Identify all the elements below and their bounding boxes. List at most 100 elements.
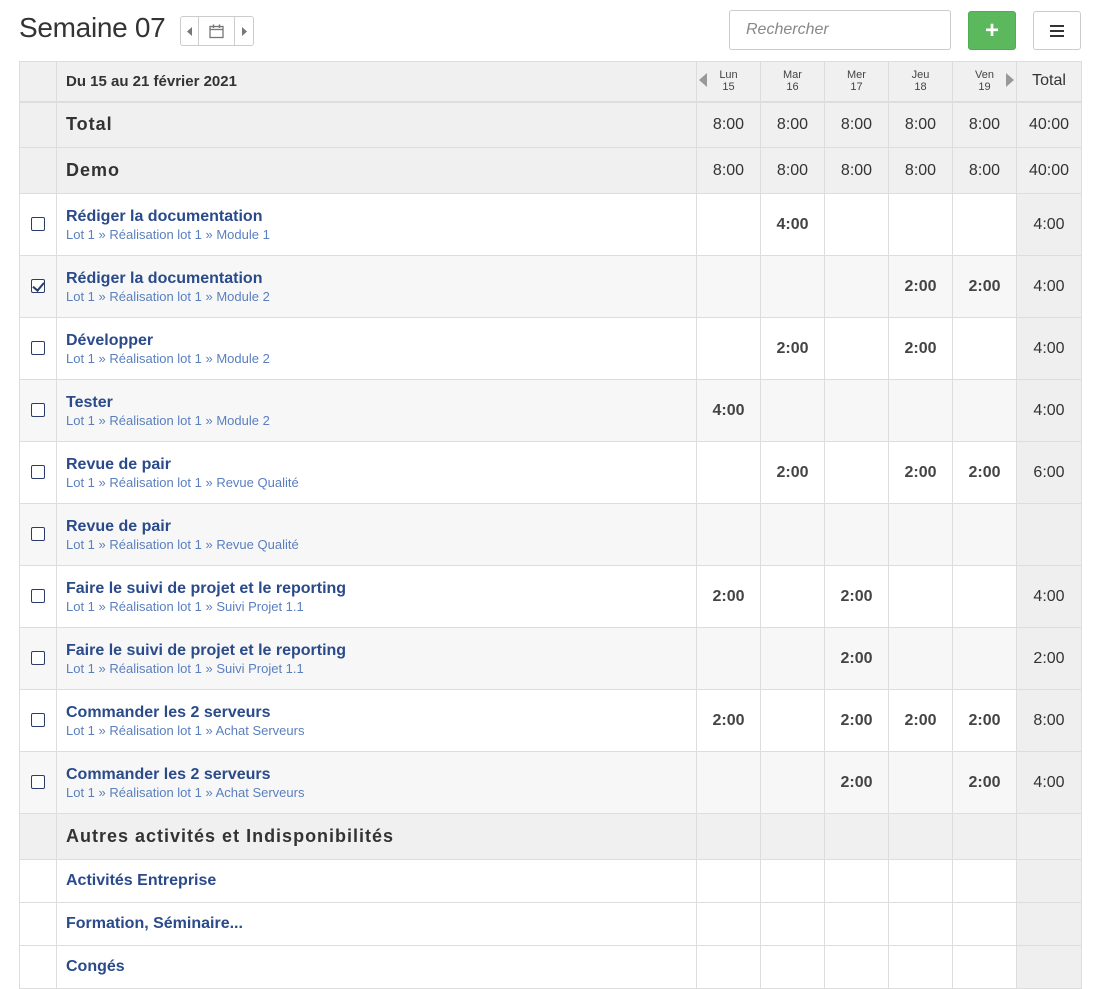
task-checkbox[interactable] [31,713,45,728]
hours-cell[interactable] [760,945,825,989]
task-name-link[interactable]: Commander les 2 serveurs [66,765,696,784]
task-checkbox[interactable] [31,651,45,666]
summary-day-value: 8:00 [952,101,1017,148]
hours-cell[interactable] [952,317,1017,380]
grid-header-row: Du 15 au 21 février 2021 Lun 15 Mar 16 M… [19,61,1082,103]
hours-cell[interactable] [824,255,889,318]
hours-cell[interactable] [888,193,953,256]
hours-cell[interactable]: 2:00 [952,689,1017,752]
hours-cell[interactable]: 2:00 [888,689,953,752]
hours-cell[interactable] [696,627,761,690]
hours-cell[interactable] [952,627,1017,690]
calendar-button[interactable] [199,17,235,45]
hours-cell[interactable] [824,193,889,256]
hours-cell[interactable] [760,627,825,690]
task-checkbox[interactable] [31,589,45,604]
hours-cell[interactable] [696,859,761,903]
activity-name-link[interactable]: Congés [56,945,697,989]
hours-cell[interactable] [760,859,825,903]
hours-cell[interactable] [760,503,825,566]
previous-day-arrow-icon[interactable] [699,73,707,87]
task-name-link[interactable]: Faire le suivi de projet et le reporting [66,579,696,598]
hours-cell[interactable] [696,503,761,566]
hours-cell[interactable]: 2:00 [888,441,953,504]
hours-cell[interactable]: 4:00 [760,193,825,256]
hours-cell[interactable] [888,503,953,566]
hours-cell[interactable] [952,565,1017,628]
hours-cell[interactable] [824,503,889,566]
hours-cell[interactable] [952,379,1017,442]
hours-cell[interactable] [952,902,1017,946]
task-checkbox[interactable] [31,341,45,356]
activity-name-link[interactable]: Activités Entreprise [56,859,697,903]
task-checkbox[interactable] [31,465,45,480]
hours-cell[interactable] [760,565,825,628]
hours-cell[interactable] [888,379,953,442]
next-week-button[interactable] [235,17,253,45]
hours-cell[interactable] [696,945,761,989]
hours-cell[interactable] [824,379,889,442]
task-name-link[interactable]: Revue de pair [66,517,696,536]
hours-cell[interactable] [824,317,889,380]
hours-cell[interactable] [696,193,761,256]
hours-cell[interactable] [824,441,889,504]
hours-cell[interactable] [760,255,825,318]
task-checkbox[interactable] [31,775,45,790]
hours-cell[interactable] [760,751,825,814]
hours-cell[interactable] [760,902,825,946]
hours-cell[interactable]: 2:00 [760,317,825,380]
hours-cell[interactable] [760,689,825,752]
hours-cell[interactable] [952,945,1017,989]
hours-cell[interactable] [696,902,761,946]
hours-cell[interactable] [888,751,953,814]
hours-cell[interactable] [696,255,761,318]
task-name-link[interactable]: Développer [66,331,696,350]
hours-cell[interactable]: 2:00 [888,317,953,380]
hours-cell[interactable] [696,751,761,814]
hours-cell[interactable]: 4:00 [696,379,761,442]
task-name-link[interactable]: Rédiger la documentation [66,207,696,226]
activity-name-link[interactable]: Formation, Séminaire... [56,902,697,946]
task-checkbox-cell [19,379,57,442]
add-button[interactable]: + [968,11,1016,50]
hours-cell[interactable] [696,317,761,380]
hours-cell[interactable] [952,193,1017,256]
task-path: Lot 1 » Réalisation lot 1 » Module 2 [66,412,270,428]
hours-cell[interactable] [760,379,825,442]
hours-cell[interactable] [952,859,1017,903]
task-name-link[interactable]: Tester [66,393,696,412]
hours-cell[interactable]: 2:00 [824,689,889,752]
hours-cell[interactable]: 2:00 [696,565,761,628]
task-name-link[interactable]: Faire le suivi de projet et le reporting [66,641,696,660]
hours-cell[interactable]: 2:00 [952,751,1017,814]
hours-cell[interactable]: 2:00 [696,689,761,752]
task-checkbox[interactable] [31,217,45,232]
hours-cell[interactable] [888,902,953,946]
hours-cell[interactable]: 2:00 [824,565,889,628]
hours-cell[interactable]: 2:00 [952,441,1017,504]
hours-cell[interactable] [824,902,889,946]
previous-week-button[interactable] [181,17,199,45]
task-checkbox[interactable] [31,279,45,294]
task-name-link[interactable]: Commander les 2 serveurs [66,703,696,722]
task-name-link[interactable]: Rédiger la documentation [66,269,696,288]
hours-cell[interactable]: 2:00 [760,441,825,504]
task-checkbox[interactable] [31,527,45,542]
next-day-arrow-icon[interactable] [1006,73,1014,87]
hours-cell[interactable] [824,859,889,903]
menu-button[interactable] [1033,11,1081,50]
hours-cell[interactable]: 2:00 [824,627,889,690]
search-input[interactable] [729,10,951,50]
task-checkbox[interactable] [31,403,45,418]
hours-cell[interactable] [888,565,953,628]
hours-cell[interactable] [952,503,1017,566]
hours-cell[interactable]: 2:00 [824,751,889,814]
hours-cell[interactable]: 2:00 [888,255,953,318]
task-name-link[interactable]: Revue de pair [66,455,696,474]
hours-cell[interactable] [888,859,953,903]
hours-cell[interactable]: 2:00 [952,255,1017,318]
hours-cell[interactable] [696,441,761,504]
hours-cell[interactable] [824,945,889,989]
hours-cell[interactable] [888,627,953,690]
hours-cell[interactable] [888,945,953,989]
